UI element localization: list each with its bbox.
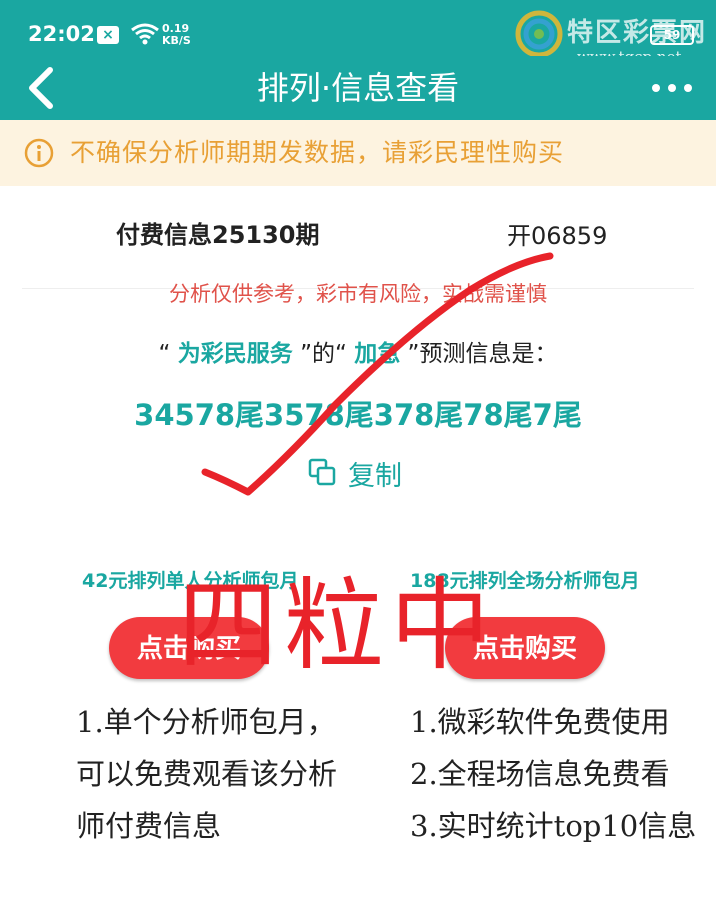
prediction-suffix: ”预测信息是： [400, 341, 558, 367]
plan-single-desc-line: 师付费信息 [76, 809, 222, 843]
info-icon [24, 138, 54, 168]
notification-close-icon: × [97, 26, 119, 44]
notice-text: 不确保分析师期期发数据，请彩民理性购买 [70, 138, 565, 167]
plan-single-desc-line: 1.单个分析师包月， [76, 705, 336, 739]
draw-result: 开06859 [507, 222, 608, 250]
watermark-name: 特区彩票网 [567, 18, 708, 48]
prediction-numbers: 34578尾3578尾378尾78尾7尾 [134, 398, 582, 432]
buy-single-plan-button[interactable]: 点击购买 [109, 617, 269, 679]
analyst-name: 为彩民服务 [177, 341, 293, 367]
notice-banner: 不确保分析师期期发数据，请彩民理性购买 [0, 120, 716, 186]
plan-all-title: 188元排列全场分析师包月 [410, 570, 640, 592]
risk-warning: 分析仅供参考，彩市有风险，实战需谨慎 [169, 282, 547, 306]
copy-button[interactable]: 复制 [308, 452, 418, 492]
plan-single-description: 1.单个分析师包月， 可以免费观看该分析 师付费信息 [76, 696, 337, 852]
copy-icon [308, 458, 336, 486]
copy-label: 复制 [348, 461, 402, 492]
more-options-icon[interactable] [648, 78, 696, 98]
watermark-logo-icon [515, 10, 563, 58]
prediction-quote-open: “ [158, 341, 178, 367]
plan-single-desc-line: 可以免费观看该分析 [76, 757, 338, 791]
plan-all-desc-line: 2.全程场信息免费看 [410, 757, 670, 791]
plan-all-description: 1.微彩软件免费使用 2.全程场信息免费看 3.实时统计top10信息 [410, 696, 696, 852]
prediction-connector: ”的“ [292, 341, 355, 367]
plan-all-desc-line: 1.微彩软件免费使用 [410, 705, 670, 739]
network-speed: 0.19 KB/S [162, 23, 191, 47]
info-title: 付费信息25130期 [116, 221, 320, 249]
status-time: 22:02 [28, 22, 95, 46]
network-speed-unit: KB/S [162, 34, 191, 47]
buy-all-plan-button[interactable]: 点击购买 [445, 617, 605, 679]
page-title: 排列·信息查看 [256, 69, 460, 107]
wifi-icon [131, 23, 159, 45]
prediction-description: “ 为彩民服务 ”的“ 加急 ”预测信息是： [0, 334, 716, 368]
nav-bar: 排列·信息查看 [0, 56, 716, 120]
plan-all-desc-line: 3.实时统计top10信息 [410, 809, 697, 843]
back-arrow-icon[interactable] [22, 66, 62, 110]
prediction-type: 加急 [354, 341, 401, 367]
plan-single-title: 42元排列单人分析师包月 [82, 570, 299, 592]
